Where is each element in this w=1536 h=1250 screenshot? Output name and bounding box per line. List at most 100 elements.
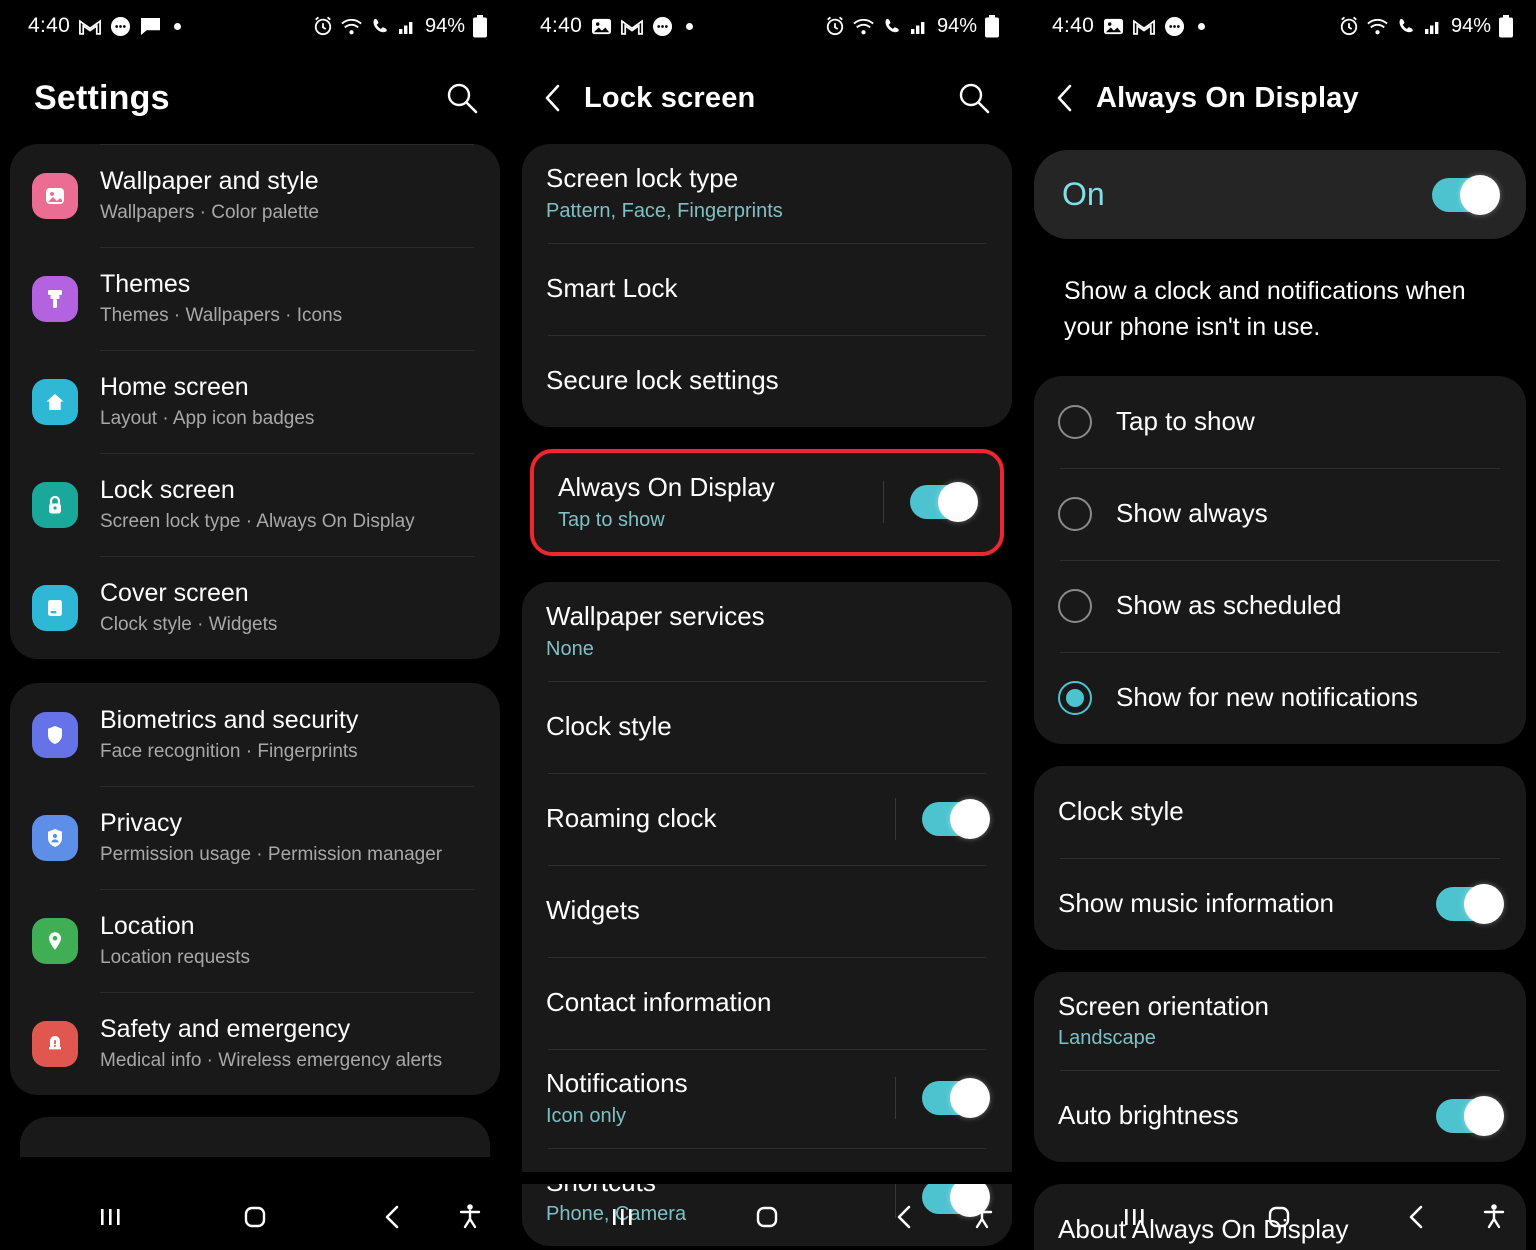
toggle-switch-on[interactable] [1436,1096,1504,1137]
divider [100,144,474,145]
row-title: Auto brightness [1058,1100,1239,1131]
home-icon[interactable] [240,1202,270,1232]
aod-header: Always On Display [1024,52,1536,144]
image-icon [1103,17,1124,36]
radio-label: Show always [1116,498,1268,528]
toggle-switch-on[interactable] [910,482,978,523]
item-subtitle: Medical info · Wireless emergency alerts [100,1049,443,1071]
aod-master-switch-card[interactable]: On [1034,150,1526,239]
status-bar-panel1: 4:40 94% [0,0,510,52]
row-subtitle: None [546,637,594,660]
notifications-toggle[interactable] [895,1077,990,1120]
radio-option-show-as-scheduled[interactable]: Show as scheduled [1034,559,1526,652]
status-time: 4:40 [540,14,583,37]
radio-option-show-always[interactable]: Show always [1034,467,1526,560]
aod-clock-card: Clock style Show music information [1034,765,1526,950]
row-wallpaper-services[interactable]: Wallpaper services None [522,582,1012,681]
aod-master-toggle[interactable] [1432,174,1500,215]
row-title: Screen orientation [1058,990,1270,1021]
sidebar-item-safety-and-emergency[interactable]: Safety and emergency Medical info · Wire… [10,992,500,1095]
back-chevron-icon[interactable] [532,76,576,120]
item-title: Privacy [100,809,182,838]
row-always-on-display[interactable]: Always On Display Tap to show [534,453,1000,552]
radio-option-tap-to-show[interactable]: Tap to show [1034,376,1526,468]
home-icon[interactable] [752,1202,782,1232]
show-music-information-toggle[interactable] [1436,883,1504,924]
highlighted-row-always-on-display[interactable]: Always On Display Tap to show [530,448,1004,556]
accessibility-icon[interactable] [968,1202,996,1232]
row-show-music-information[interactable]: Show music information [1034,857,1526,950]
row-notifications[interactable]: Notifications Icon only [522,1048,1012,1148]
dot-indicator-icon [1198,22,1206,30]
roaming-clock-toggle[interactable] [895,797,990,840]
battery-percent: 94% [424,14,465,37]
accessibility-icon[interactable] [1480,1202,1508,1232]
radio-icon[interactable] [1058,404,1092,439]
radio-label: Show as scheduled [1116,590,1342,620]
row-auto-brightness[interactable]: Auto brightness [1034,1070,1526,1162]
toggle-switch-on[interactable] [1436,883,1504,924]
toggle-knob [938,482,978,523]
home-screen-icon [32,378,78,425]
radio-icon-selected[interactable] [1058,680,1092,715]
toggle-switch-on[interactable] [1432,174,1500,215]
row-roaming-clock[interactable]: Roaming clock [522,772,1012,865]
search-icon[interactable] [952,76,996,120]
sidebar-item-themes[interactable]: Themes Themes · Wallpapers · Icons [10,247,500,350]
home-icon[interactable] [1264,1202,1294,1232]
divider [548,334,986,336]
divider [100,350,474,351]
toggle-separator [895,797,896,840]
accessibility-icon[interactable] [456,1202,484,1232]
item-title: Location [100,912,195,941]
search-icon[interactable] [440,76,484,120]
divider [1060,857,1500,859]
toggle-switch-on[interactable] [922,798,990,839]
back-chevron-icon[interactable] [1044,76,1088,120]
row-screen-lock-type[interactable]: Screen lock type Pattern, Face, Fingerpr… [522,144,1012,243]
aod-list: On Show a clock and notifications when y… [1024,150,1536,1250]
sidebar-item-wallpaper-and-style[interactable]: Wallpaper and style Wallpapers · Color p… [10,144,500,247]
radio-option-show-for-new-notifications[interactable]: Show for new notifications [1034,651,1526,744]
recents-icon[interactable] [96,1204,126,1230]
wifi-icon [1366,16,1389,36]
aod-mode-options-card: Tap to show Show always Show as schedule… [1034,375,1526,744]
auto-brightness-toggle[interactable] [1436,1096,1504,1137]
sidebar-item-biometrics-and-security[interactable]: Biometrics and security Face recognition… [10,683,500,786]
back-icon[interactable] [892,1202,918,1232]
row-contact-information[interactable]: Contact information [522,956,1012,1049]
location-pin-icon [32,917,78,964]
toggle-switch-on[interactable] [922,1078,990,1119]
sidebar-item-privacy[interactable]: Privacy Permission usage · Permission ma… [10,786,500,889]
back-icon[interactable] [1404,1202,1430,1232]
aod-state-label: On [1062,176,1105,212]
radio-label: Tap to show [1116,406,1255,436]
radio-icon[interactable] [1058,588,1092,623]
item-title: Home screen [100,373,249,402]
row-smart-lock[interactable]: Smart Lock [522,242,1012,335]
row-secure-lock-settings[interactable]: Secure lock settings [522,334,1012,427]
row-widgets[interactable]: Widgets [522,864,1012,957]
always-on-display-toggle[interactable] [883,481,978,524]
gmail-icon [1133,18,1156,35]
sidebar-item-location[interactable]: Location Location requests [10,889,500,992]
aod-display-card: Screen orientation Landscape Auto bright… [1034,971,1526,1163]
recents-icon[interactable] [1120,1204,1150,1230]
radio-icon[interactable] [1058,496,1092,531]
back-icon[interactable] [380,1202,406,1232]
row-screen-orientation[interactable]: Screen orientation Landscape [1034,972,1526,1071]
item-title: Cover screen [100,579,249,608]
sidebar-item-home-screen[interactable]: Home screen Layout · App icon badges [10,350,500,453]
lock-screen-list: Screen lock type Pattern, Face, Fingerpr… [512,144,1022,1247]
sidebar-item-cover-screen[interactable]: Cover screen Clock style · Widgets [10,556,500,659]
toggle-knob [1464,883,1504,924]
recents-icon[interactable] [608,1204,638,1230]
row-clock-style[interactable]: Clock style [522,680,1012,773]
battery-icon [984,14,1000,38]
themes-paint-icon [32,275,78,322]
row-title: Contact information [546,986,772,1017]
sidebar-item-lock-screen[interactable]: Lock screen Screen lock type · Always On… [10,453,500,556]
bottom-mask [512,1172,1022,1184]
call-icon [882,16,903,37]
row-clock-style[interactable]: Clock style [1034,766,1526,858]
